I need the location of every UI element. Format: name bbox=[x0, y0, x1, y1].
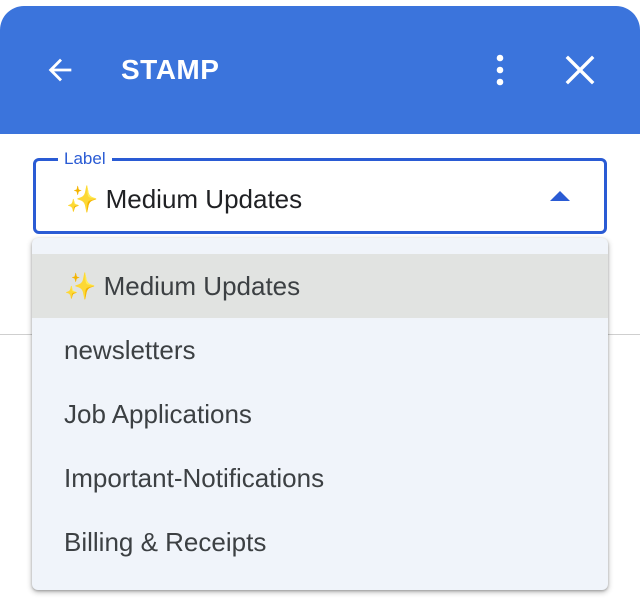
label-option-newsletters[interactable]: newsletters bbox=[32, 318, 608, 382]
back-button[interactable] bbox=[36, 46, 84, 94]
close-button[interactable] bbox=[556, 46, 604, 94]
header-bar: STAMP bbox=[0, 6, 640, 134]
label-option-important-notifications[interactable]: Important-Notifications bbox=[32, 446, 608, 510]
stamp-panel: STAMP Label ✨ Medium Updates ✨ Medium Up… bbox=[0, 0, 644, 610]
label-option-job-applications[interactable]: Job Applications bbox=[32, 382, 608, 446]
label-select-caption: Label bbox=[58, 149, 112, 169]
label-options-list: ✨ Medium Updates newsletters Job Applica… bbox=[32, 254, 608, 574]
label-select[interactable]: Label ✨ Medium Updates bbox=[33, 149, 607, 234]
label-option-medium-updates[interactable]: ✨ Medium Updates bbox=[32, 254, 608, 318]
label-option-billing-receipts[interactable]: Billing & Receipts bbox=[32, 510, 608, 574]
more-vert-icon bbox=[496, 54, 504, 86]
label-select-value: ✨ Medium Updates bbox=[66, 184, 303, 214]
close-icon bbox=[565, 55, 595, 85]
label-dropdown-menu: ✨ Medium Updates newsletters Job Applica… bbox=[32, 238, 608, 590]
page-title: STAMP bbox=[121, 54, 220, 85]
caret-up-icon bbox=[550, 191, 570, 201]
more-options-button[interactable] bbox=[476, 46, 524, 94]
arrow-left-icon bbox=[48, 58, 72, 82]
